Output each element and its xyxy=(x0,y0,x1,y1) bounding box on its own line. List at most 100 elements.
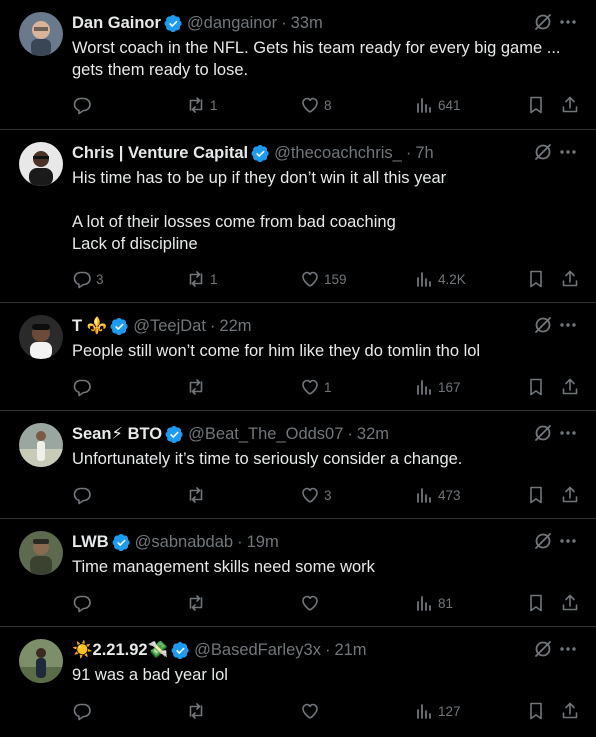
views-count: 81 xyxy=(438,595,454,611)
bookmark-button[interactable] xyxy=(526,700,546,722)
reply-button[interactable] xyxy=(72,376,96,398)
like-button[interactable]: 1 xyxy=(300,376,332,398)
more-icon[interactable] xyxy=(558,315,578,335)
display-name[interactable]: ☀️2.21.92💸 xyxy=(72,641,168,660)
like-button[interactable] xyxy=(300,592,324,614)
more-icon[interactable] xyxy=(558,142,578,162)
reply-icon xyxy=(73,97,91,115)
timestamp[interactable]: 19m xyxy=(247,533,279,552)
avatar[interactable] xyxy=(19,423,63,467)
more-icon[interactable] xyxy=(558,639,578,659)
grok-icon[interactable] xyxy=(533,315,553,335)
verified-badge-icon xyxy=(165,425,183,443)
share-button[interactable] xyxy=(560,376,580,398)
avatar[interactable] xyxy=(19,12,63,56)
tweet-actions: 127 xyxy=(72,700,582,722)
reply-button[interactable] xyxy=(72,700,96,722)
reply-button[interactable] xyxy=(72,94,96,116)
user-handle[interactable]: @thecoachchris_ xyxy=(274,144,402,163)
share-icon xyxy=(562,96,578,113)
bookmark-button[interactable] xyxy=(526,376,546,398)
repost-button[interactable] xyxy=(186,592,210,614)
share-button[interactable] xyxy=(560,94,580,116)
verified-badge-icon xyxy=(251,144,269,162)
display-name[interactable]: Sean⚡ BTO xyxy=(72,424,162,444)
share-button[interactable] xyxy=(560,700,580,722)
views-icon xyxy=(417,596,431,611)
repost-icon xyxy=(189,271,203,287)
grok-icon[interactable] xyxy=(533,639,553,659)
views-button[interactable]: 4.2K xyxy=(414,268,466,290)
grok-icon[interactable] xyxy=(533,12,553,32)
avatar[interactable] xyxy=(19,142,63,186)
like-icon xyxy=(302,595,318,611)
user-handle[interactable]: @BasedFarley3x xyxy=(194,641,321,660)
tweet[interactable]: LWB @sabnabdab · 19m Time management ski… xyxy=(0,519,596,627)
grok-icon[interactable] xyxy=(533,531,553,551)
like-button[interactable]: 8 xyxy=(300,94,332,116)
repost-button[interactable] xyxy=(186,484,210,506)
share-button[interactable] xyxy=(560,592,580,614)
repost-button[interactable] xyxy=(186,376,210,398)
views-button[interactable]: 127 xyxy=(414,700,461,722)
views-button[interactable]: 641 xyxy=(414,94,461,116)
more-icon[interactable] xyxy=(558,531,578,551)
tweet[interactable]: ☀️2.21.92💸 @BasedFarley3x · 21m 91 was a… xyxy=(0,627,596,737)
like-button[interactable]: 159 xyxy=(300,268,347,290)
grok-icon[interactable] xyxy=(533,142,553,162)
share-button[interactable] xyxy=(560,484,580,506)
tweet[interactable]: T ⚜️ @TeejDat · 22m People still won’t c… xyxy=(0,303,596,411)
user-handle[interactable]: @Beat_The_Odds07 xyxy=(188,425,343,444)
bookmark-button[interactable] xyxy=(526,484,546,506)
repost-icon xyxy=(189,97,203,113)
display-name[interactable]: LWB xyxy=(72,533,109,552)
separator-dot: · xyxy=(281,13,287,32)
views-button[interactable]: 167 xyxy=(414,376,461,398)
display-name[interactable]: Dan Gainor xyxy=(72,14,161,33)
timestamp[interactable]: 7h xyxy=(415,144,433,163)
bookmark-icon xyxy=(530,594,542,612)
avatar[interactable] xyxy=(19,315,63,359)
user-handle[interactable]: @dangainor xyxy=(187,14,277,33)
reply-feed: Dan Gainor @dangainor · 33m Worst coach … xyxy=(0,0,596,737)
grok-icon[interactable] xyxy=(533,423,553,443)
views-button[interactable]: 473 xyxy=(414,484,461,506)
tweet[interactable]: Chris | Venture Capital @thecoachchris_ … xyxy=(0,130,596,303)
bookmark-icon xyxy=(530,378,542,396)
more-icon[interactable] xyxy=(558,423,578,443)
separator-dot: · xyxy=(405,143,412,162)
tweet-text: His time has to be up if they don’t win … xyxy=(72,169,447,253)
avatar[interactable] xyxy=(19,531,63,575)
separator-dot: · xyxy=(237,532,243,551)
bookmark-button[interactable] xyxy=(526,268,546,290)
user-handle[interactable]: @sabnabdab xyxy=(135,533,233,552)
repost-button[interactable]: 1 xyxy=(186,94,218,116)
repost-icon xyxy=(189,487,203,503)
timestamp[interactable]: 21m xyxy=(334,641,366,660)
like-button[interactable] xyxy=(300,700,324,722)
views-button[interactable]: 81 xyxy=(414,592,453,614)
timestamp[interactable]: 32m xyxy=(357,425,389,444)
reply-button[interactable] xyxy=(72,592,96,614)
bookmark-button[interactable] xyxy=(526,592,546,614)
more-icon[interactable] xyxy=(558,12,578,32)
timestamp[interactable]: 22m xyxy=(219,317,251,336)
like-button[interactable]: 3 xyxy=(300,484,332,506)
tweet[interactable]: Dan Gainor @dangainor · 33m Worst coach … xyxy=(0,0,596,130)
display-name[interactable]: T ⚜️ xyxy=(72,317,107,336)
share-button[interactable] xyxy=(560,268,580,290)
bookmark-button[interactable] xyxy=(526,94,546,116)
tweet[interactable]: Sean⚡ BTO @Beat_The_Odds07 · 32m Unfortu… xyxy=(0,411,596,519)
display-name[interactable]: Chris | Venture Capital xyxy=(72,144,248,163)
bookmark-icon xyxy=(530,702,542,720)
avatar[interactable] xyxy=(19,639,63,683)
like-count: 3 xyxy=(324,487,332,503)
reply-button[interactable] xyxy=(72,484,96,506)
user-handle[interactable]: @TeejDat xyxy=(133,317,206,336)
views-count: 641 xyxy=(438,97,461,113)
repost-button[interactable] xyxy=(186,700,210,722)
reply-button[interactable]: 3 xyxy=(72,268,104,290)
repost-button[interactable]: 1 xyxy=(186,268,218,290)
timestamp[interactable]: 33m xyxy=(291,14,323,33)
reply-icon xyxy=(73,379,91,397)
